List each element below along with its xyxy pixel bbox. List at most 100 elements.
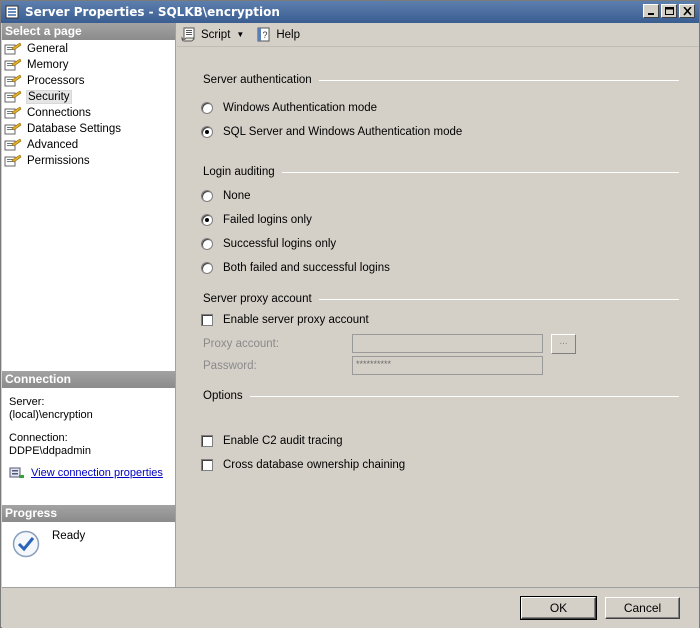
- audit-none-label: None: [223, 190, 251, 202]
- connection-section: Connection Server: (local)\encryption Co…: [2, 371, 175, 480]
- options-group: Options: [203, 390, 679, 402]
- page-item-label: Permissions: [27, 155, 90, 167]
- page-item-advanced[interactable]: Advanced: [4, 137, 175, 153]
- script-icon: [181, 27, 195, 42]
- page-item-label: Connections: [27, 107, 91, 119]
- audit-failed-label: Failed logins only: [223, 214, 312, 226]
- view-connection-properties-text[interactable]: View connection properties: [31, 467, 163, 480]
- server-authentication-group: Server authentication: [203, 74, 679, 86]
- c2-audit-checkbox[interactable]: Enable C2 audit tracing: [201, 435, 343, 447]
- radio-button[interactable]: [201, 214, 213, 226]
- windows-auth-radio[interactable]: Windows Authentication mode: [201, 102, 377, 114]
- progress-header: Progress: [2, 505, 175, 522]
- progress-status: Ready: [52, 530, 86, 542]
- radio-button[interactable]: [201, 262, 213, 274]
- page-item-label: Database Settings: [27, 123, 121, 135]
- help-book-icon: ?: [257, 27, 270, 42]
- server-proxy-group: Server proxy account: [203, 293, 679, 305]
- enable-proxy-checkbox[interactable]: Enable server proxy account: [201, 314, 369, 326]
- page-item-label: Memory: [27, 59, 69, 71]
- help-button[interactable]: ? Help: [256, 27, 300, 42]
- radio-button[interactable]: [201, 126, 213, 138]
- server-label: Server:: [9, 396, 45, 408]
- radio-button[interactable]: [201, 102, 213, 114]
- database-server-icon: [5, 5, 19, 19]
- enable-proxy-box[interactable]: [201, 314, 213, 326]
- security-page: Server authentication Windows Authentica…: [177, 48, 699, 587]
- audit-none-radio[interactable]: None: [201, 190, 251, 202]
- script-button[interactable]: Script ▼: [181, 27, 244, 42]
- property-page-icon: [4, 106, 22, 119]
- radio-button[interactable]: [201, 190, 213, 202]
- ready-checkmark-icon: [12, 530, 40, 558]
- proxy-browse-button[interactable]: ...: [551, 334, 576, 354]
- page-item-memory[interactable]: Memory: [4, 57, 175, 73]
- script-label: Script: [201, 28, 231, 41]
- page-list: General Memory Processors Security Connectio…: [2, 40, 175, 169]
- radio-button[interactable]: [201, 238, 213, 250]
- audit-successful-radio[interactable]: Successful logins only: [201, 238, 336, 250]
- property-page-icon: [4, 58, 22, 71]
- audit-successful-label: Successful logins only: [223, 238, 337, 250]
- page-item-permissions[interactable]: Permissions: [4, 153, 175, 169]
- windows-auth-label: Windows Authentication mode: [223, 102, 378, 114]
- page-item-label: Advanced: [27, 139, 79, 151]
- server-authentication-header: Server authentication: [203, 74, 312, 86]
- ownership-chaining-label: Cross database ownership chaining: [223, 459, 406, 471]
- password-label: Password:: [203, 360, 257, 372]
- server-proxy-header: Server proxy account: [203, 293, 312, 305]
- select-page-header: Select a page: [2, 23, 175, 40]
- ownership-chaining-box[interactable]: [201, 459, 213, 471]
- connection-value: DDPE\ddpadmin: [9, 445, 91, 457]
- toolbar: Script ▼ ? Help: [177, 23, 699, 47]
- c2-audit-label: Enable C2 audit tracing: [223, 435, 343, 447]
- page-item-label: Processors: [27, 75, 85, 87]
- help-label: Help: [276, 28, 300, 41]
- options-header: Options: [203, 390, 243, 402]
- window-title: Server Properties - SQLKB\encryption: [25, 5, 280, 19]
- cancel-button[interactable]: Cancel: [605, 597, 680, 619]
- audit-both-label: Both failed and successful logins: [223, 262, 390, 274]
- minimize-icon: [648, 13, 654, 15]
- close-icon: [683, 7, 692, 16]
- property-page-icon: [4, 74, 22, 87]
- connection-label: Connection:: [9, 432, 68, 444]
- login-auditing-group: Login auditing: [203, 166, 679, 178]
- page-item-label: Security: [26, 90, 72, 104]
- maximize-icon: [665, 7, 674, 15]
- maximize-button[interactable]: [661, 4, 677, 18]
- property-page-icon: [4, 122, 22, 135]
- sql-windows-auth-label: SQL Server and Windows Authentication mo…: [223, 126, 463, 138]
- server-value: (local)\encryption: [9, 409, 93, 421]
- ownership-chaining-checkbox[interactable]: Cross database ownership chaining: [201, 459, 405, 471]
- page-item-general[interactable]: General: [4, 41, 175, 57]
- audit-both-radio[interactable]: Both failed and successful logins: [201, 262, 390, 274]
- connection-header: Connection: [2, 371, 175, 388]
- close-button[interactable]: [679, 4, 695, 18]
- title-bar[interactable]: Server Properties - SQLKB\encryption: [1, 1, 699, 23]
- sql-windows-auth-radio[interactable]: SQL Server and Windows Authentication mo…: [201, 126, 462, 138]
- property-page-icon: [4, 138, 22, 151]
- property-page-icon: [4, 154, 22, 167]
- connection-properties-icon: [9, 467, 24, 478]
- minimize-button[interactable]: [643, 4, 659, 18]
- password-input[interactable]: **********: [352, 356, 543, 375]
- svg-text:?: ?: [263, 30, 268, 40]
- page-item-security[interactable]: Security: [4, 89, 175, 105]
- proxy-account-input[interactable]: [352, 334, 543, 353]
- property-page-icon: [4, 42, 22, 55]
- ok-button[interactable]: OK: [520, 596, 597, 620]
- left-pane: Select a page General Memory Processors Sec…: [2, 23, 176, 587]
- page-item-database-settings[interactable]: Database Settings: [4, 121, 175, 137]
- c2-audit-box[interactable]: [201, 435, 213, 447]
- dropdown-arrow-icon[interactable]: ▼: [236, 30, 244, 39]
- audit-failed-radio[interactable]: Failed logins only: [201, 214, 312, 226]
- server-properties-dialog: Server Properties - SQLKB\encryption Sel…: [0, 0, 700, 628]
- page-item-processors[interactable]: Processors: [4, 73, 175, 89]
- proxy-account-label: Proxy account:: [203, 338, 280, 350]
- page-item-label: General: [27, 43, 68, 55]
- progress-section: Progress Ready: [2, 505, 175, 558]
- login-auditing-header: Login auditing: [203, 166, 275, 178]
- page-item-connections[interactable]: Connections: [4, 105, 175, 121]
- view-connection-properties-link[interactable]: View connection properties: [9, 466, 175, 480]
